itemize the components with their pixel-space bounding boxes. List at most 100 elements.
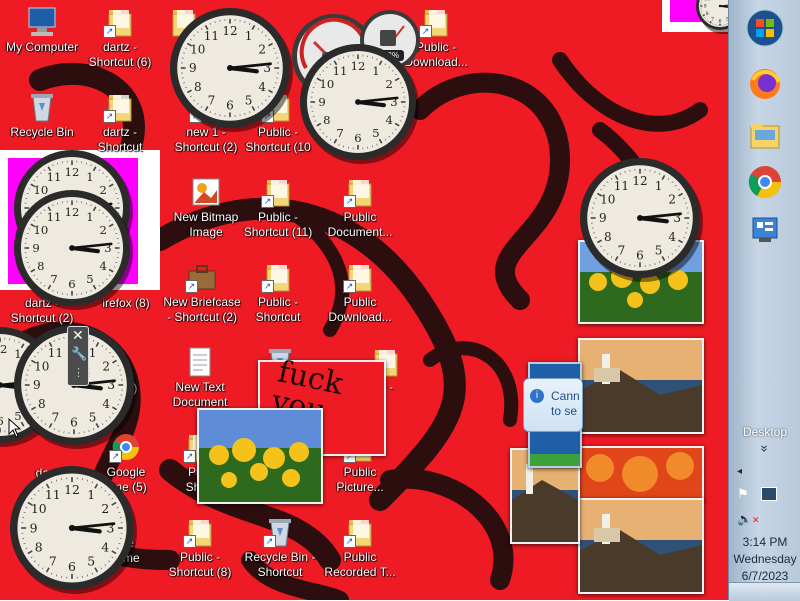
folder-icon: ↗ <box>261 91 295 123</box>
control-panel-icon <box>743 208 787 252</box>
desktop-icon-label: Public Picture... <box>318 465 402 495</box>
bitmap-icon <box>189 176 223 208</box>
flag-icon[interactable]: ⚑ <box>737 486 749 502</box>
shortcut-arrow-icon: ↗ <box>261 280 274 293</box>
desktop-icon[interactable]: ↗ New Briefcase - Shortcut (2) <box>160 261 244 325</box>
desktop-icon-label: My Computer <box>0 40 84 55</box>
folder-icon: ↗ <box>343 261 377 293</box>
shortcut-arrow-icon: ↗ <box>185 280 198 293</box>
wrench-icon[interactable]: 🔧 <box>71 346 87 362</box>
drag-handle-icon[interactable]: ⋮⋮ <box>73 366 95 379</box>
notification-text: Cann to se <box>551 389 580 419</box>
computer-icon <box>25 6 59 38</box>
desktop-icon[interactable]: gle rome <box>84 536 168 566</box>
taskbar-control-panel[interactable] <box>743 208 787 252</box>
show-hidden-icons[interactable]: ◂ <box>737 466 742 477</box>
clock-time[interactable]: 3:14 PM <box>729 535 800 549</box>
folder-icon: ↗ <box>261 261 295 293</box>
desktop-icon-label: Sho <box>0 551 84 566</box>
desktop-icon[interactable]: New Text Document <box>158 346 242 410</box>
explorer-icon <box>743 114 787 158</box>
taskbar-firefox[interactable] <box>743 62 787 106</box>
desktop-icon[interactable]: ↗dartz - Shortcut <box>78 91 162 155</box>
desktop-icon[interactable]: dart Sho <box>4 466 88 496</box>
desktop-icon[interactable]: ↗ Public - Shortcut <box>236 261 320 325</box>
desktop-icon-label: Public Recorded T... <box>318 550 402 580</box>
volume-muted-icon[interactable]: 🔈✕ <box>737 512 760 526</box>
show-desktop-button[interactable] <box>729 582 800 601</box>
shortcut-arrow-icon: ↗ <box>103 25 116 38</box>
clock-date[interactable]: 6/7/2023 <box>729 569 800 583</box>
folder-icon: ↗ <box>183 516 217 548</box>
desktop[interactable]: My Computer↗dartz - Shortcut (6)M↗Public… <box>0 0 728 600</box>
notification-balloon[interactable]: i Cann to se <box>523 378 583 432</box>
shortcut-arrow-icon: ↗ <box>261 195 274 208</box>
desktop-icon[interactable]: ↗Public Download... <box>318 261 402 325</box>
desktop-icon[interactable]: ↗ Recycle Bin - Shortcut <box>238 516 322 580</box>
desktop-icon[interactable]: ↗Public - Shortcut (8) <box>158 516 242 580</box>
desktop-icon-label: Public - Shortcut <box>236 295 320 325</box>
folder-icon: ↗ <box>189 91 223 123</box>
shortcut-arrow-icon: ↗ <box>103 110 116 123</box>
shortcut-arrow-icon: ↗ <box>343 195 356 208</box>
lighthouse-photo[interactable] <box>578 338 704 434</box>
firefox-icon <box>743 62 787 106</box>
desktop-icon-label: New Briefcase - Shortcut (2) <box>160 295 244 325</box>
recycle-bin-icon <box>25 91 59 123</box>
chrysanthemum-photo[interactable] <box>578 446 704 502</box>
desktop-icon-label: Recycle Bin - Shortcut <box>238 550 322 580</box>
desktop-icon-label: M <box>142 40 226 55</box>
clock-day[interactable]: Wednesday <box>729 552 800 566</box>
shortcut-arrow-icon: ↗ <box>189 110 202 123</box>
start-button[interactable] <box>743 6 787 50</box>
desktop-icon-label: Public Document... <box>318 210 402 240</box>
desktop-icon-label: Google ome (5) <box>84 465 168 495</box>
desktop-icon[interactable]: dartz - Shortcut (2) <box>0 296 84 326</box>
desktop-icon[interactable]: My Computer <box>0 6 84 55</box>
tulip-photo[interactable] <box>197 408 323 504</box>
shortcut-arrow-icon: ↗ <box>183 535 196 548</box>
desktop-icon[interactable]: Recycle Bin <box>0 91 84 140</box>
desktop-icon[interactable]: ↗ Public - Shortcut (11) <box>236 176 320 240</box>
desktop-icon[interactable]: ↗ Google ome (5) <box>84 431 168 495</box>
text-document-icon <box>183 346 217 378</box>
folder-icon: ↗ <box>419 6 453 38</box>
network-icon[interactable] <box>761 487 777 501</box>
desktop-icon[interactable]: irefox (8) <box>84 296 168 311</box>
chrome-icon <box>743 160 787 204</box>
folder-icon: ↗ <box>103 6 137 38</box>
lighthouse-photo-lower[interactable] <box>578 498 704 594</box>
folder-icon: ↗ <box>103 91 137 123</box>
shortcut-arrow-icon: ↗ <box>343 535 356 548</box>
cpu-meter-gadget[interactable]: 32% 48% <box>292 6 422 102</box>
gadget-toolbar[interactable]: ✕ 🔧 ⋮⋮ <box>67 326 89 386</box>
shortcut-arrow-icon: ↗ <box>263 535 276 548</box>
shortcut-arrow-icon: ↗ <box>183 450 196 463</box>
desktop-icon[interactable]: ↗ Public Document... <box>318 176 402 240</box>
desktop-icon-label: dart Sho <box>4 466 88 496</box>
desktop-icon-label: Public Download... <box>318 295 402 325</box>
taskbar[interactable]: Desktop » ◂ ⚑ 🔈✕ 3:14 PM Wednesday 6/7/2… <box>728 0 800 600</box>
cpu-meter-text: 32% <box>325 84 343 94</box>
taskbar-chrome[interactable] <box>743 160 787 204</box>
shortcut-arrow-icon: ↗ <box>109 450 122 463</box>
desktop-icon-label: Public - Shortcut (11) <box>236 210 320 240</box>
recycle-bin-icon: ↗ <box>263 516 297 548</box>
shortcut-arrow-icon: ↗ <box>261 110 274 123</box>
mouse-cursor <box>8 418 22 438</box>
desktop-icon[interactable]: M <box>142 6 226 55</box>
close-icon[interactable]: ✕ <box>72 327 84 344</box>
taskbar-explorer[interactable] <box>743 114 787 158</box>
folder-icon: ↗ <box>261 176 295 208</box>
desktop-icon-label: gle rome <box>84 536 168 566</box>
folder-icon: ↗ <box>343 516 377 548</box>
toolbar-chevron[interactable]: » <box>758 413 773 485</box>
windows-start-icon <box>743 6 787 50</box>
desktop-icon[interactable]: Sho <box>0 551 84 566</box>
desktop-icon-label: irefox (8) <box>84 296 168 311</box>
info-icon: i <box>530 389 544 403</box>
desktop-icon-label: Recycle Bin <box>0 125 84 140</box>
briefcase-icon: ↗ <box>185 261 219 293</box>
desktop-icon[interactable]: ↗ Public Recorded T... <box>318 516 402 580</box>
tulip-photo-right[interactable] <box>578 240 704 324</box>
